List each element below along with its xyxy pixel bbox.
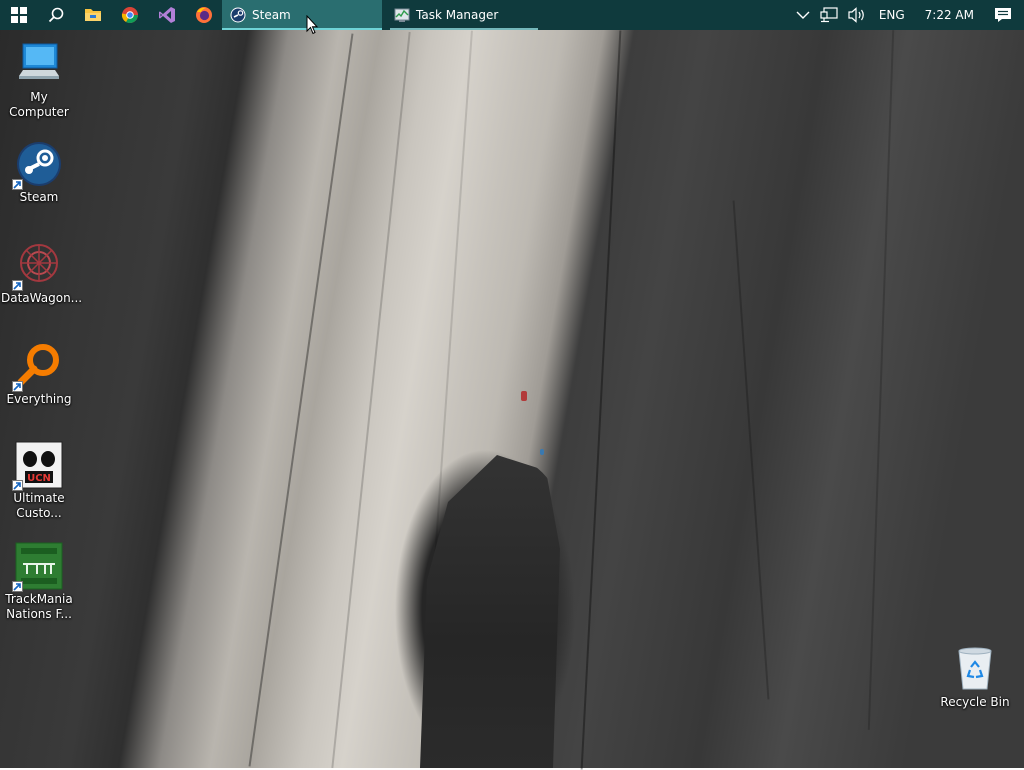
desktop-icon-my-computer[interactable]: My Computer bbox=[1, 40, 77, 120]
chrome-icon bbox=[121, 7, 138, 24]
shortcut-arrow-icon bbox=[12, 480, 23, 491]
system-tray: ENG 7:22 AM bbox=[791, 0, 1024, 30]
desktop-icon-label: Steam bbox=[19, 190, 59, 204]
taskbar-task-task-manager[interactable]: Task Manager bbox=[386, 0, 542, 30]
desktop-icon-label: My Computer bbox=[9, 90, 69, 119]
desktop-wallpaper bbox=[0, 0, 1024, 770]
file-explorer-icon bbox=[84, 9, 101, 21]
shortcut-arrow-icon bbox=[12, 179, 23, 190]
task-label: Steam bbox=[252, 8, 291, 22]
desktop-icon-trackmania[interactable]: TrackMania Nations F... bbox=[1, 542, 77, 622]
firefox-icon bbox=[195, 7, 212, 23]
taskbar-task-steam[interactable]: Steam bbox=[222, 0, 382, 30]
file-explorer-button[interactable] bbox=[74, 0, 111, 30]
network-button[interactable] bbox=[815, 0, 843, 30]
volume-button[interactable] bbox=[843, 0, 871, 30]
desktop-icon-everything[interactable]: Everything bbox=[1, 342, 77, 407]
start-button[interactable] bbox=[0, 0, 37, 30]
svg-text:UCN: UCN bbox=[27, 473, 51, 484]
shortcut-arrow-icon bbox=[12, 280, 23, 291]
chrome-button[interactable] bbox=[111, 0, 148, 30]
desktop-icon-recycle-bin[interactable]: Recycle Bin bbox=[937, 645, 1013, 710]
shortcut-arrow-icon bbox=[12, 581, 23, 592]
volume-icon bbox=[848, 7, 864, 23]
task-manager-icon bbox=[394, 8, 410, 22]
datawagon-icon bbox=[12, 241, 63, 291]
task-label: Task Manager bbox=[416, 8, 499, 22]
firefox-button[interactable] bbox=[185, 0, 222, 30]
desktop-icon-ultimate-custom-night[interactable]: UCN Ultimate Custo... bbox=[1, 441, 77, 521]
show-hidden-icons-button[interactable] bbox=[791, 0, 815, 30]
trackmania-icon bbox=[12, 542, 63, 592]
everything-search-icon bbox=[12, 342, 63, 392]
ultimate-custom-night-icon: UCN bbox=[12, 441, 63, 491]
recycle-bin-icon bbox=[951, 645, 999, 693]
network-icon bbox=[820, 7, 838, 23]
start-icon bbox=[10, 7, 27, 23]
desktop-icon-label: Recycle Bin bbox=[940, 695, 1010, 709]
desktop-icon-label: TrackMania Nations F... bbox=[5, 592, 73, 621]
desktop-icon-steam[interactable]: Steam bbox=[1, 140, 77, 205]
desktop-icon-label: DataWagon... bbox=[1, 291, 83, 305]
mouse-cursor-icon bbox=[306, 14, 319, 38]
shortcut-arrow-icon bbox=[12, 381, 23, 392]
visual-studio-button[interactable] bbox=[148, 0, 185, 30]
search-button[interactable] bbox=[37, 0, 74, 30]
notification-icon bbox=[995, 8, 1011, 22]
visual-studio-icon bbox=[158, 7, 175, 23]
steam-icon bbox=[12, 140, 63, 190]
action-center-button[interactable] bbox=[986, 0, 1024, 30]
chevron-up-icon bbox=[796, 11, 810, 19]
desktop-icon-label: Ultimate Custo... bbox=[13, 491, 65, 520]
desktop-icon-datawagon[interactable]: DataWagon... bbox=[1, 241, 83, 306]
clock[interactable]: 7:22 AM bbox=[913, 8, 986, 22]
active-indicator bbox=[222, 28, 382, 30]
taskbar: Steam Task Manager ENG 7:22 AM bbox=[0, 0, 1024, 30]
search-icon bbox=[48, 7, 63, 23]
computer-icon bbox=[15, 40, 63, 88]
input-language-button[interactable]: ENG bbox=[871, 8, 913, 22]
steam-icon bbox=[230, 7, 246, 23]
desktop-icon-label: Everything bbox=[6, 392, 72, 406]
open-indicator bbox=[390, 28, 538, 30]
